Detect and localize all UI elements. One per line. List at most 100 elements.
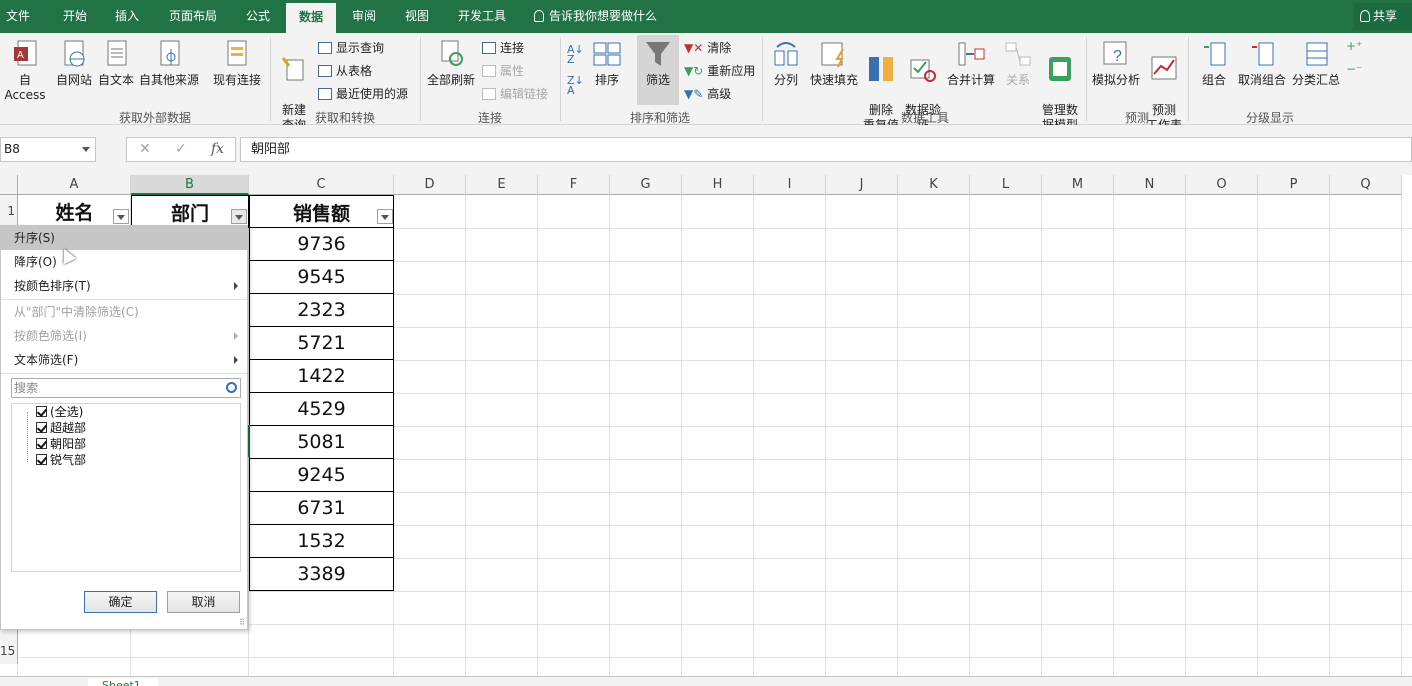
column-header-l[interactable]: L <box>970 175 1042 195</box>
filter-dropdown-sales[interactable] <box>377 209 393 224</box>
name-box[interactable]: B8 <box>0 137 96 162</box>
flash-fill-button[interactable]: 快速填充 <box>808 39 860 88</box>
checkbox-item[interactable]: 锐气部 <box>36 452 86 468</box>
properties-button[interactable]: 属性 <box>482 62 524 79</box>
sheet-tab[interactable]: Sheet1 <box>88 678 158 686</box>
enter-icon[interactable]: ✓ <box>175 141 187 157</box>
filter-dropdown-name[interactable] <box>113 209 129 224</box>
connections-button[interactable]: 连接 <box>482 39 524 56</box>
consolidate-button[interactable]: 合并计算 <box>946 39 996 88</box>
column-header-p[interactable]: P <box>1258 175 1330 195</box>
sales-cell[interactable]: 6731 <box>249 492 394 525</box>
sales-cell[interactable]: 5721 <box>249 327 394 360</box>
tab-insert[interactable]: 插入 <box>104 0 150 33</box>
ok-button[interactable]: 确定 <box>84 591 157 613</box>
column-header-q[interactable]: Q <box>1330 175 1402 195</box>
relationships-button[interactable]: 关系 <box>1000 39 1036 88</box>
column-header-g[interactable]: G <box>610 175 682 195</box>
menu-sort-descending[interactable]: 降序(O) <box>1 250 247 274</box>
cancel-icon[interactable]: ✕ <box>139 141 151 157</box>
row-header-1[interactable]: 1 <box>0 195 18 228</box>
sort-az-button[interactable]: A↓ Z <box>567 44 584 65</box>
group-label-data-tools: 数据工具 <box>900 111 949 125</box>
filter-search-input[interactable]: 搜索 <box>11 378 241 398</box>
menu-filter-by-color[interactable]: 按颜色筛选(I) <box>1 324 247 348</box>
insert-function-icon[interactable]: fx <box>211 141 224 157</box>
select-all-corner[interactable] <box>0 175 18 195</box>
tab-view[interactable]: 视图 <box>394 0 440 33</box>
column-header-n[interactable]: N <box>1114 175 1186 195</box>
manage-data-model-button[interactable]: 管理数 据模型 <box>1038 39 1082 133</box>
sales-cell[interactable]: 9545 <box>249 261 394 294</box>
sales-cell[interactable]: 1532 <box>249 525 394 558</box>
header-cell-sales[interactable]: 销售额 <box>249 195 394 228</box>
sales-cell[interactable]: 1422 <box>249 360 394 393</box>
column-header-m[interactable]: M <box>1042 175 1114 195</box>
menu-clear-filter[interactable]: 从"部门"中清除筛选(C) <box>1 300 247 324</box>
sales-cell[interactable]: 3389 <box>249 558 394 591</box>
column-header-k[interactable]: K <box>898 175 970 195</box>
clear-filter-button[interactable]: ▼✕ 清除 <box>684 39 731 56</box>
column-header-e[interactable]: E <box>466 175 538 195</box>
filter-value-list[interactable]: (全选) 超越部 朝阳部 锐气部 <box>11 403 241 572</box>
tab-home[interactable]: 开始 <box>50 0 100 33</box>
cancel-button[interactable]: 取消 <box>167 591 240 613</box>
text-to-columns-button[interactable]: 分列 <box>768 39 804 88</box>
column-header-o[interactable]: O <box>1186 175 1258 195</box>
refresh-all-button[interactable]: 全部刷新 <box>424 39 478 88</box>
menu-sort-by-color[interactable]: 按颜色排序(T) <box>1 274 247 298</box>
column-header-f[interactable]: F <box>538 175 610 195</box>
from-web-button[interactable]: 自网站 <box>54 39 94 88</box>
menu-text-filters[interactable]: 文本筛选(F) <box>1 348 247 372</box>
recent-sources-button[interactable]: 最近使用的源 <box>318 85 408 102</box>
tab-file[interactable]: 文件 <box>0 0 36 33</box>
ungroup-button[interactable]: 取消组合 <box>1236 39 1288 88</box>
from-access-button[interactable]: A 自 Access <box>0 39 50 103</box>
column-header-c[interactable]: C <box>249 175 394 195</box>
filter-dropdown-department[interactable] <box>231 209 247 224</box>
show-queries-icon <box>318 42 332 54</box>
column-header-a[interactable]: A <box>18 175 131 195</box>
tab-developer[interactable]: 开发工具 <box>448 0 516 33</box>
show-queries-button[interactable]: 显示查询 <box>318 39 384 56</box>
sort-button[interactable]: 排序 <box>590 39 624 88</box>
column-header-h[interactable]: H <box>682 175 754 195</box>
sort-za-button[interactable]: Z↓ A <box>567 75 584 96</box>
existing-connections-button[interactable]: 现有连接 <box>210 39 264 88</box>
group-button[interactable]: 组合 <box>1196 39 1232 88</box>
tab-formulas[interactable]: 公式 <box>236 0 280 33</box>
tell-me-box[interactable]: 告诉我你想要做什么 <box>534 0 657 33</box>
advanced-filter-button[interactable]: ▼✎ 高级 <box>684 85 731 102</box>
sales-cell[interactable]: 4529 <box>249 393 394 426</box>
subtotal-button[interactable]: 分类汇总 <box>1290 39 1342 88</box>
checkbox-item[interactable]: 朝阳部 <box>36 436 86 452</box>
reapply-button[interactable]: ▼↻ 重新应用 <box>684 62 755 79</box>
column-header-j[interactable]: J <box>826 175 898 195</box>
what-if-analysis-button[interactable]: ? 模拟分析 <box>1090 39 1142 88</box>
svg-text:?: ? <box>1113 48 1122 65</box>
checkbox-select-all[interactable]: (全选) <box>36 404 83 420</box>
share-button[interactable]: 共享 <box>1354 3 1412 30</box>
from-other-sources-button[interactable]: 自其他来源 <box>138 39 200 88</box>
tab-page-layout[interactable]: 页面布局 <box>160 0 226 33</box>
sales-cell[interactable]: 9245 <box>249 459 394 492</box>
tab-review[interactable]: 审阅 <box>340 0 388 33</box>
sales-cell[interactable]: 5081 <box>249 426 394 459</box>
filter-button[interactable]: 筛选 <box>637 35 679 105</box>
column-header-b[interactable]: B <box>131 175 249 195</box>
sales-cell[interactable]: 9736 <box>249 228 394 261</box>
column-header-i[interactable]: I <box>754 175 826 195</box>
show-detail-button[interactable]: +⁺ <box>1346 39 1362 53</box>
from-text-button[interactable]: 自文本 <box>96 39 136 88</box>
hide-detail-button[interactable]: −⁻ <box>1346 62 1362 76</box>
from-table-button[interactable]: 从表格 <box>318 62 372 79</box>
edit-links-button[interactable]: 编辑链接 <box>482 85 548 102</box>
menu-sort-ascending[interactable]: 升序(S) <box>1 226 247 250</box>
tab-data[interactable]: 数据 <box>286 3 336 33</box>
formula-input[interactable]: 朝阳部 <box>240 137 1412 162</box>
sales-cell[interactable]: 2323 <box>249 294 394 327</box>
row-header-15[interactable]: 15 <box>0 638 18 664</box>
checkbox-item[interactable]: 超越部 <box>36 420 86 436</box>
column-header-d[interactable]: D <box>394 175 466 195</box>
resize-grip-icon[interactable]: ⠿ <box>239 618 245 627</box>
